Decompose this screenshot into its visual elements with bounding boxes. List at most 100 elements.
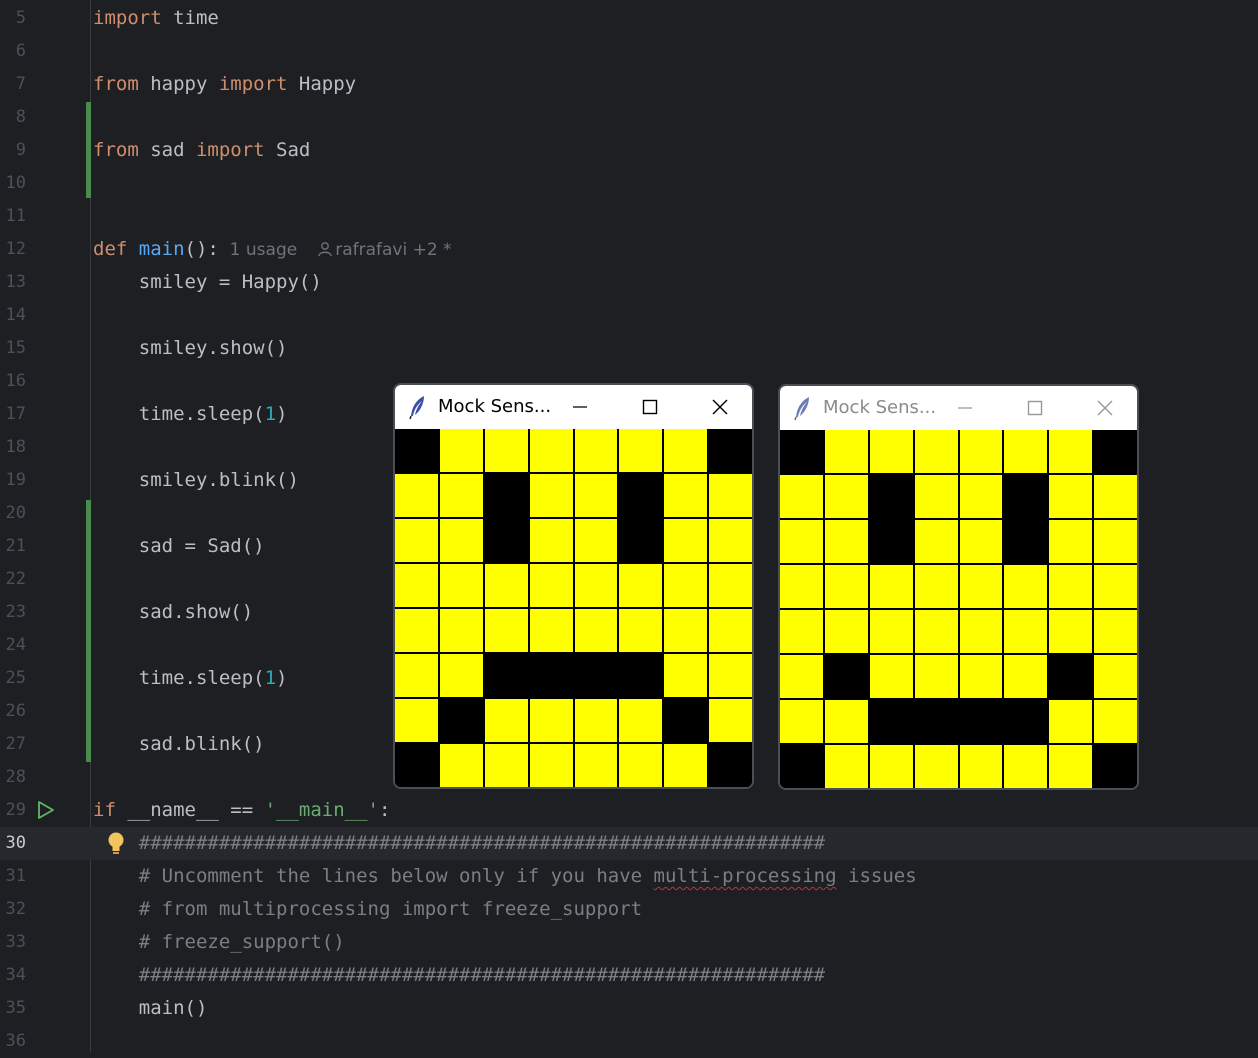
line-number[interactable]: 16 xyxy=(0,365,26,398)
usage-hint[interactable]: 1 usage xyxy=(219,240,298,260)
line-number[interactable]: 23 xyxy=(0,596,26,629)
code-text[interactable]: # Uncomment the lines below only if you … xyxy=(93,860,917,893)
code-line[interactable]: 14 xyxy=(0,299,1258,332)
led-cell xyxy=(1004,745,1048,788)
line-number[interactable]: 35 xyxy=(0,992,26,1025)
run-gutter-icon[interactable] xyxy=(36,800,56,820)
code-line[interactable]: 33 # freeze_support() xyxy=(0,926,1258,959)
led-cell xyxy=(959,610,1003,653)
line-number[interactable]: 5 xyxy=(0,2,26,35)
maximize-icon[interactable] xyxy=(630,391,670,423)
code-text[interactable]: ########################################… xyxy=(93,827,825,860)
code-line[interactable]: 7 from happy import Happy xyxy=(0,68,1258,101)
close-icon[interactable] xyxy=(1085,392,1125,424)
line-number[interactable]: 13 xyxy=(0,266,26,299)
line-number[interactable]: 9 xyxy=(0,134,26,167)
mock-sensor-window-sad[interactable]: Mock Sens... xyxy=(778,384,1139,790)
code-line[interactable]: 30 #####################################… xyxy=(0,827,1258,860)
line-number[interactable]: 10 xyxy=(0,167,26,200)
code-token: import xyxy=(195,139,265,161)
line-number[interactable]: 18 xyxy=(0,431,26,464)
line-number[interactable]: 12 xyxy=(0,233,26,266)
code-line[interactable]: 11 xyxy=(0,200,1258,233)
code-text[interactable]: # freeze_support() xyxy=(93,926,345,959)
led-cell xyxy=(824,475,868,518)
line-number[interactable]: 36 xyxy=(0,1025,26,1058)
code-line[interactable]: 32 # from multiprocessing import freeze_… xyxy=(0,893,1258,926)
code-line[interactable]: 15 smiley.show() xyxy=(0,332,1258,365)
code-text[interactable]: smiley.blink() xyxy=(93,464,299,497)
line-number[interactable]: 19 xyxy=(0,464,26,497)
line-number[interactable]: 33 xyxy=(0,926,26,959)
code-token: : xyxy=(379,799,391,821)
code-text[interactable]: from happy import Happy xyxy=(93,68,356,101)
window-title: Mock Sens... xyxy=(823,397,937,418)
code-line[interactable]: 29 if __name__ == '__main__': xyxy=(0,794,1258,827)
code-line[interactable]: 34 #####################################… xyxy=(0,959,1258,992)
line-number[interactable]: 32 xyxy=(0,893,26,926)
line-number[interactable]: 24 xyxy=(0,629,26,662)
led-matrix xyxy=(395,429,752,787)
code-text[interactable]: smiley = Happy() xyxy=(93,266,322,299)
line-number[interactable]: 21 xyxy=(0,530,26,563)
mock-sensor-window-happy[interactable]: Mock Sens... xyxy=(393,383,754,789)
led-cell xyxy=(574,519,618,562)
led-cell xyxy=(709,699,752,742)
minimize-icon[interactable] xyxy=(945,392,985,424)
line-number[interactable]: 8 xyxy=(0,101,26,134)
code-line[interactable]: 12 def main(): 1 usage rafrafavi +2 * xyxy=(0,233,1258,266)
led-cell xyxy=(664,474,708,517)
line-number[interactable]: 6 xyxy=(0,35,26,68)
code-line[interactable]: 9 from sad import Sad xyxy=(0,134,1258,167)
line-number[interactable]: 25 xyxy=(0,662,26,695)
code-text[interactable]: if __name__ == '__main__': xyxy=(93,794,390,827)
line-number[interactable]: 15 xyxy=(0,332,26,365)
code-line[interactable]: 31 # Uncomment the lines below only if y… xyxy=(0,860,1258,893)
code-text[interactable]: time.sleep(1) xyxy=(93,662,288,695)
code-line[interactable]: 36 xyxy=(0,1025,1258,1058)
code-text[interactable]: # from multiprocessing import freeze_sup… xyxy=(93,893,642,926)
code-line[interactable]: 5 import time xyxy=(0,2,1258,35)
code-text[interactable]: time.sleep(1) xyxy=(93,398,288,431)
code-text[interactable]: main() xyxy=(93,992,208,1025)
line-number[interactable]: 7 xyxy=(0,68,26,101)
code-line[interactable]: 8 xyxy=(0,101,1258,134)
code-line[interactable]: 13 smiley = Happy() xyxy=(0,266,1258,299)
code-text[interactable]: def main(): 1 usage rafrafavi +2 * xyxy=(93,233,452,267)
author-hint[interactable]: rafrafavi +2 * xyxy=(335,240,451,260)
line-number[interactable]: 20 xyxy=(0,497,26,530)
line-number[interactable]: 29 xyxy=(0,794,26,827)
led-cell xyxy=(709,609,752,652)
window-titlebar[interactable]: Mock Sens... xyxy=(780,386,1137,430)
window-titlebar[interactable]: Mock Sens... xyxy=(395,385,752,429)
line-number[interactable]: 11 xyxy=(0,200,26,233)
line-number[interactable]: 17 xyxy=(0,398,26,431)
line-number[interactable]: 14 xyxy=(0,299,26,332)
led-cell xyxy=(914,700,958,743)
code-text[interactable]: ########################################… xyxy=(93,959,825,992)
led-cell xyxy=(619,474,663,517)
close-icon[interactable] xyxy=(700,391,740,423)
line-number[interactable]: 27 xyxy=(0,728,26,761)
code-line[interactable]: 35 main() xyxy=(0,992,1258,1025)
code-text[interactable]: sad.show() xyxy=(93,596,253,629)
code-line[interactable]: 6 xyxy=(0,35,1258,68)
line-number[interactable]: 22 xyxy=(0,563,26,596)
code-line[interactable]: 10 xyxy=(0,167,1258,200)
line-number[interactable]: 34 xyxy=(0,959,26,992)
line-number[interactable]: 28 xyxy=(0,761,26,794)
line-number[interactable]: 30 xyxy=(0,827,26,860)
line-number[interactable]: 26 xyxy=(0,695,26,728)
code-text[interactable]: sad = Sad() xyxy=(93,530,265,563)
lightbulb-icon[interactable] xyxy=(105,831,127,857)
minimize-icon[interactable] xyxy=(560,391,600,423)
led-cell xyxy=(959,520,1003,563)
code-text[interactable]: sad.blink() xyxy=(93,728,265,761)
maximize-icon[interactable] xyxy=(1015,392,1055,424)
line-number[interactable]: 31 xyxy=(0,860,26,893)
code-text[interactable]: import time xyxy=(93,2,219,35)
led-cell xyxy=(619,699,663,742)
code-text[interactable]: smiley.show() xyxy=(93,332,288,365)
code-text[interactable]: from sad import Sad xyxy=(93,134,310,167)
code-token: Happy xyxy=(287,73,357,95)
